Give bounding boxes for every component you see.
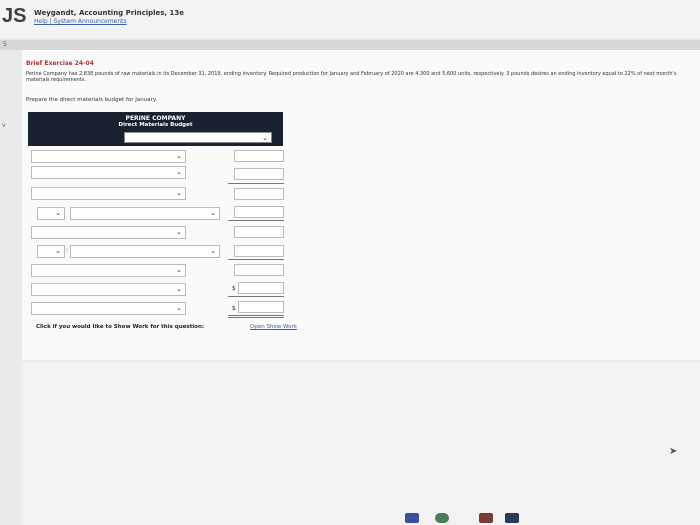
chevron-down-icon: ⌄ bbox=[210, 209, 216, 217]
chevron-down-icon: ⌄ bbox=[176, 152, 182, 160]
row-amount-input[interactable] bbox=[234, 168, 284, 180]
app-icon[interactable] bbox=[435, 513, 449, 523]
row-label-select[interactable]: ⌄ bbox=[31, 226, 186, 239]
book-title: Weygandt, Accounting Principles, 13e bbox=[34, 9, 185, 17]
row-amount-input[interactable] bbox=[234, 206, 284, 218]
row-amount-input[interactable] bbox=[238, 301, 284, 313]
side-collapse-icon[interactable]: v bbox=[2, 122, 6, 129]
subtotal-line bbox=[228, 259, 284, 260]
row-label-select[interactable]: ⌄ bbox=[70, 245, 220, 258]
row-label-select[interactable]: ⌄ bbox=[31, 187, 186, 200]
subtotal-line bbox=[228, 183, 284, 184]
row-amount-input[interactable] bbox=[234, 245, 284, 257]
open-show-work-link[interactable]: Open Show Work bbox=[250, 324, 297, 330]
budget-title: Direct Materials Budget bbox=[118, 122, 193, 128]
show-work-label: Click if you would like to Show Work for… bbox=[36, 324, 205, 330]
link-separator: | bbox=[49, 18, 52, 25]
top-toolbar bbox=[0, 40, 700, 50]
row-label-select[interactable]: ⌄ bbox=[31, 166, 186, 179]
toolbar-marker: 5 bbox=[3, 41, 7, 48]
chevron-down-icon: ⌄ bbox=[176, 285, 182, 293]
app-logo: JS bbox=[2, 5, 27, 27]
total-double-line bbox=[228, 317, 284, 318]
chevron-down-icon: ⌄ bbox=[176, 189, 182, 197]
row-amount-input[interactable] bbox=[238, 282, 284, 294]
exercise-prompt: Prepare the direct materials budget for … bbox=[26, 97, 158, 103]
app-icon[interactable] bbox=[479, 513, 493, 523]
ratio-colon: : bbox=[66, 247, 69, 254]
row-label-select[interactable]: ⌄ bbox=[70, 207, 220, 220]
dollar-sign: $ bbox=[232, 285, 236, 292]
app-icon[interactable] bbox=[405, 513, 419, 523]
chevron-down-icon: ⌄ bbox=[176, 168, 182, 176]
mouse-cursor-icon: ➤ bbox=[669, 446, 678, 457]
announcements-link[interactable]: System Announcements bbox=[54, 18, 127, 25]
row-amount-input[interactable] bbox=[234, 150, 284, 162]
subtotal-line bbox=[228, 296, 284, 297]
company-name: PERINE COMPANY bbox=[125, 115, 186, 122]
row-label-select[interactable]: ⌄ bbox=[37, 207, 65, 220]
row-label-select[interactable]: ⌄ bbox=[37, 245, 65, 258]
app-icon[interactable] bbox=[505, 513, 519, 523]
row-label-select[interactable]: ⌄ bbox=[31, 283, 186, 296]
lower-area bbox=[22, 362, 700, 525]
exercise-title: Brief Exercise 24-04 bbox=[26, 60, 94, 67]
help-link[interactable]: Help bbox=[34, 18, 48, 25]
row-amount-input[interactable] bbox=[234, 188, 284, 200]
dollar-sign: $ bbox=[232, 305, 236, 312]
chevron-down-icon: ⌄ bbox=[176, 304, 182, 312]
chevron-down-icon: ⌄ bbox=[55, 247, 61, 255]
budget-table-header: PERINE COMPANY Direct Materials Budget ⌄ bbox=[28, 112, 283, 146]
chevron-down-icon: ⌄ bbox=[262, 134, 268, 142]
row-label-select[interactable]: ⌄ bbox=[31, 150, 186, 163]
period-select[interactable]: ⌄ bbox=[124, 132, 272, 143]
row-amount-input[interactable] bbox=[234, 264, 284, 276]
chevron-down-icon: ⌄ bbox=[55, 209, 61, 217]
chevron-down-icon: ⌄ bbox=[210, 247, 216, 255]
header-links: Help | System Announcements bbox=[34, 18, 127, 25]
row-label-select[interactable]: ⌄ bbox=[31, 264, 186, 277]
subtotal-line bbox=[228, 220, 284, 221]
row-label-select[interactable]: ⌄ bbox=[31, 302, 186, 315]
row-amount-input[interactable] bbox=[234, 226, 284, 238]
chevron-down-icon: ⌄ bbox=[176, 266, 182, 274]
exercise-text: Perine Company has 2,838 pounds of raw m… bbox=[26, 71, 677, 83]
chevron-down-icon: ⌄ bbox=[176, 228, 182, 236]
taskbar bbox=[405, 510, 535, 525]
total-double-line bbox=[228, 315, 284, 316]
